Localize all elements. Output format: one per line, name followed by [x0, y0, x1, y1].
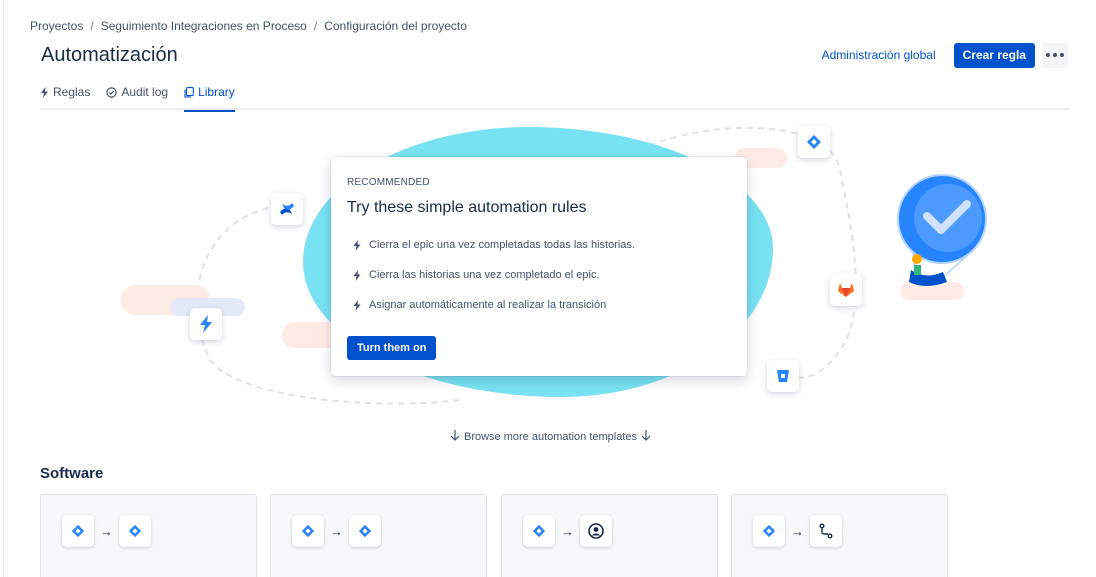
jira-icon: [292, 515, 324, 547]
gitlab-icon: [830, 274, 862, 306]
more-dot: [1060, 53, 1064, 57]
rule-item[interactable]: Cierra el epic una vez completadas todas…: [353, 239, 635, 251]
template-flow: →: [62, 515, 151, 547]
rule-text: Asignar automáticamente al realizar la t…: [369, 299, 607, 311]
bolt-icon: [353, 299, 361, 311]
rule-item[interactable]: Cierra las historias una vez completado …: [353, 269, 600, 281]
browse-label: Browse more automation templates: [464, 430, 638, 443]
jira-icon: [119, 515, 151, 547]
copy-icon: [184, 86, 194, 98]
template-card[interactable]: →: [40, 494, 257, 577]
recommended-card: RECOMMENDED Try these simple automation …: [331, 157, 747, 376]
breadcrumb-item-settings[interactable]: Configuración del proyecto: [324, 19, 467, 33]
breadcrumb-item-project[interactable]: Seguimiento Integraciones en Proceso: [101, 19, 307, 33]
arrow-right-icon: →: [330, 523, 343, 539]
arrow-right-icon: →: [791, 523, 804, 539]
more-dot: [1053, 53, 1057, 57]
more-actions-button[interactable]: [1042, 42, 1068, 68]
browse-templates-link[interactable]: Browse more automation templates: [450, 429, 651, 444]
jira-icon: [62, 515, 94, 547]
tab-library[interactable]: Library: [184, 82, 235, 112]
user-circle-icon: [580, 515, 612, 547]
tab-label: Library: [198, 85, 235, 99]
arrow-down-icon: [450, 429, 460, 444]
check-circle-icon: [106, 86, 118, 98]
tab-rules[interactable]: Reglas: [40, 82, 90, 110]
rule-text: Cierra las historias una vez completado …: [369, 269, 600, 281]
turn-them-on-button[interactable]: Turn them on: [347, 336, 437, 360]
bitbucket-icon: [767, 360, 799, 392]
bolt-icon: [40, 86, 49, 98]
breadcrumb-separator: /: [90, 19, 94, 33]
section-title: Software: [40, 465, 104, 482]
rule-item[interactable]: Asignar automáticamente al realizar la t…: [353, 299, 606, 311]
balloon-illustration-icon: [897, 174, 987, 286]
more-horizontal-icon: [1046, 53, 1050, 57]
create-rule-button[interactable]: Crear regla: [953, 42, 1035, 68]
branch-icon: [810, 515, 842, 547]
breadcrumb-item-projects[interactable]: Proyectos: [30, 19, 83, 33]
tab-label: Audit log: [121, 85, 169, 99]
jira-icon: [523, 515, 555, 547]
rule-text: Cierra el epic una vez completadas todas…: [369, 239, 635, 251]
template-card[interactable]: →: [270, 494, 487, 577]
jira-icon: [753, 515, 785, 547]
template-flow: →: [292, 515, 381, 547]
arrow-right-icon: →: [561, 523, 574, 539]
arrow-down-icon: [641, 429, 651, 444]
page-title: Automatización: [41, 44, 178, 66]
tab-label: Reglas: [53, 85, 91, 99]
template-card[interactable]: →: [501, 494, 718, 577]
tab-bar: Reglas Audit log Library: [40, 82, 1070, 112]
confluence-icon: [271, 193, 303, 225]
template-flow: →: [753, 515, 842, 547]
card-kicker: RECOMMENDED: [347, 177, 430, 188]
bolt-icon: [353, 269, 361, 281]
breadcrumb: Proyectos / Seguimiento Integraciones en…: [30, 19, 467, 33]
global-admin-link[interactable]: Administración global: [814, 42, 944, 68]
arrow-right-icon: →: [100, 523, 113, 539]
automation-bolt-icon: [190, 308, 222, 340]
template-flow: →: [523, 515, 612, 547]
jira-icon: [798, 126, 830, 158]
jira-icon: [349, 515, 381, 547]
card-title: Try these simple automation rules: [347, 199, 587, 216]
template-card[interactable]: →: [731, 494, 948, 577]
header-actions: Administración global Crear regla: [814, 42, 1068, 68]
tab-audit-log[interactable]: Audit log: [106, 82, 168, 110]
breadcrumb-separator: /: [313, 19, 318, 33]
bolt-icon: [353, 239, 361, 251]
